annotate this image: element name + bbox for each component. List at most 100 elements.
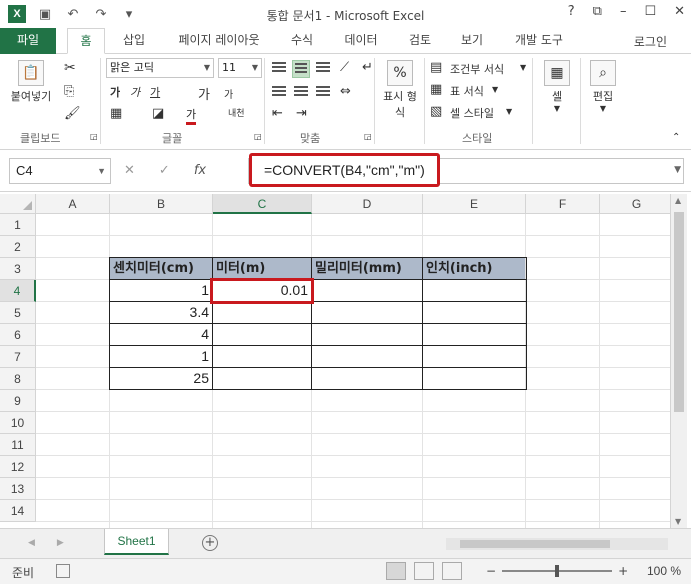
font-name-dropdown[interactable]: 맑은 고딕 ▼ (106, 58, 214, 78)
close-icon[interactable]: ✕ (674, 4, 685, 19)
row-header-14[interactable]: 14 (0, 500, 36, 522)
tab-insert[interactable]: 삽입 (112, 28, 156, 54)
ribbon-display-icon[interactable]: ⧉ (593, 4, 602, 19)
enter-icon[interactable]: ✓ (159, 163, 170, 178)
sheet-tab-sheet1[interactable]: Sheet1 (104, 529, 169, 555)
merge-cells-icon[interactable]: ⇔ (340, 84, 351, 99)
zoom-level[interactable]: 100 % (647, 564, 681, 578)
name-box[interactable]: C4 ▼ (9, 158, 111, 184)
tab-developer[interactable]: 개발 도구 (506, 28, 572, 54)
column-header-c[interactable]: C (213, 194, 312, 214)
selected-cell-c4[interactable] (210, 278, 314, 304)
column-header-g[interactable]: G (600, 194, 670, 214)
fill-color-icon[interactable]: ◪ (152, 106, 164, 121)
tab-home[interactable]: 홈 (67, 28, 105, 54)
expand-formula-icon[interactable]: ▼ (674, 165, 681, 175)
shrink-font-button[interactable]: 가 (224, 86, 233, 101)
tab-review[interactable]: 검토 (398, 28, 442, 54)
align-left-icon[interactable] (270, 84, 288, 102)
clipboard-launcher-icon[interactable]: ◲ (90, 132, 98, 141)
add-sheet-button[interactable]: + (202, 535, 218, 551)
worksheet-grid[interactable]: A B C D E F G 1 2 3 4 5 6 7 8 9 10 11 12… (0, 194, 670, 528)
cells-button[interactable]: ▦ 셀 ▼ (538, 60, 576, 113)
sign-in-link[interactable]: 로그인 (634, 33, 667, 50)
top-align-icon[interactable] (270, 60, 288, 78)
underline-button[interactable]: 가 (150, 84, 160, 100)
collapse-ribbon-icon[interactable]: ⌃ (672, 132, 680, 143)
normal-view-icon[interactable] (386, 562, 406, 580)
row-header-8[interactable]: 8 (0, 368, 36, 390)
formula-value-highlight[interactable]: =CONVERT(B4,"cm","m") (249, 153, 440, 187)
insert-function-button[interactable]: fx (194, 163, 206, 178)
conditional-format-button[interactable]: 조건부 서식 (450, 61, 504, 77)
row-header-5[interactable]: 5 (0, 302, 36, 324)
orientation-icon[interactable]: ⟋ (340, 60, 349, 75)
editing-button[interactable]: ⌕ 편집 ▼ (584, 60, 622, 113)
alignment-launcher-icon[interactable]: ◲ (364, 132, 372, 141)
table-format-icon[interactable]: ▦ (430, 82, 442, 97)
hscroll-thumb[interactable] (460, 540, 610, 548)
page-break-view-icon[interactable] (442, 562, 462, 580)
column-header-a[interactable]: A (36, 194, 110, 214)
zoom-slider[interactable] (502, 565, 613, 577)
bottom-align-icon[interactable] (314, 60, 332, 78)
horizontal-scrollbar[interactable] (446, 538, 668, 550)
phonetic-button[interactable]: 내천 (228, 106, 245, 119)
column-header-e[interactable]: E (423, 194, 526, 214)
scroll-up-icon[interactable]: ▲ (675, 196, 681, 205)
wrap-text-icon[interactable]: ↵ (362, 60, 373, 75)
scroll-down-icon[interactable]: ▼ (675, 517, 681, 526)
row-header-4[interactable]: 4 (0, 280, 36, 302)
align-center-icon[interactable] (292, 84, 310, 102)
row-header-7[interactable]: 7 (0, 346, 36, 368)
conditional-format-icon[interactable]: ▤ (430, 60, 442, 75)
row-header-3[interactable]: 3 (0, 258, 36, 280)
vertical-scrollbar[interactable]: ▲ ▼ (670, 194, 687, 528)
cell-styles-icon[interactable]: ▧ (430, 104, 442, 119)
sheet-nav-arrows[interactable]: ◀▶ (28, 538, 86, 548)
minimize-icon[interactable]: – (620, 4, 627, 19)
macro-record-icon[interactable] (56, 564, 70, 578)
row-header-10[interactable]: 10 (0, 412, 36, 434)
increase-indent-icon[interactable]: ⇥ (296, 106, 307, 121)
font-size-dropdown[interactable]: 11 ▼ (218, 58, 262, 78)
page-layout-view-icon[interactable] (414, 562, 434, 580)
grow-font-button[interactable]: 가 (198, 84, 210, 103)
cut-icon[interactable]: ✂ (64, 60, 76, 76)
paste-button[interactable]: 📋 붙여넣기 (8, 60, 54, 104)
zoom-knob[interactable] (555, 565, 560, 577)
help-icon[interactable]: ? (568, 4, 575, 19)
row-header-11[interactable]: 11 (0, 434, 36, 456)
zoom-out-icon[interactable]: − (486, 564, 496, 578)
cell-styles-button[interactable]: 셀 스타일 (450, 105, 494, 121)
font-color-button[interactable]: 가 (186, 106, 197, 125)
scroll-thumb[interactable] (674, 212, 684, 412)
font-launcher-icon[interactable]: ◲ (254, 132, 262, 141)
tab-page-layout[interactable]: 페이지 레이아웃 (164, 28, 274, 54)
zoom-in-icon[interactable]: + (618, 564, 628, 578)
tab-view[interactable]: 보기 (450, 28, 494, 54)
maximize-icon[interactable]: ☐ (644, 4, 656, 19)
row-header-6[interactable]: 6 (0, 324, 36, 346)
column-header-d[interactable]: D (312, 194, 423, 214)
tab-data[interactable]: 데이터 (334, 28, 388, 54)
middle-align-icon[interactable] (292, 60, 310, 78)
tab-formulas[interactable]: 수식 (282, 28, 322, 54)
borders-icon[interactable]: ▦ (110, 106, 122, 121)
copy-icon[interactable]: ⎘ (64, 84, 74, 99)
column-header-f[interactable]: F (526, 194, 600, 214)
cancel-icon[interactable]: ✕ (124, 163, 135, 178)
row-header-1[interactable]: 1 (0, 214, 36, 236)
number-format-button[interactable]: % 표시 형 식 (378, 60, 422, 120)
row-header-13[interactable]: 13 (0, 478, 36, 500)
italic-button[interactable]: 가 (130, 84, 140, 100)
format-painter-icon[interactable]: 🖌 (64, 106, 81, 121)
tab-file[interactable]: 파일 (0, 28, 56, 54)
select-all-button[interactable] (0, 194, 36, 214)
row-header-12[interactable]: 12 (0, 456, 36, 478)
column-header-b[interactable]: B (110, 194, 213, 214)
align-right-icon[interactable] (314, 84, 332, 102)
format-as-table-button[interactable]: 표 서식 (450, 83, 484, 99)
row-header-9[interactable]: 9 (0, 390, 36, 412)
decrease-indent-icon[interactable]: ⇤ (272, 106, 283, 121)
